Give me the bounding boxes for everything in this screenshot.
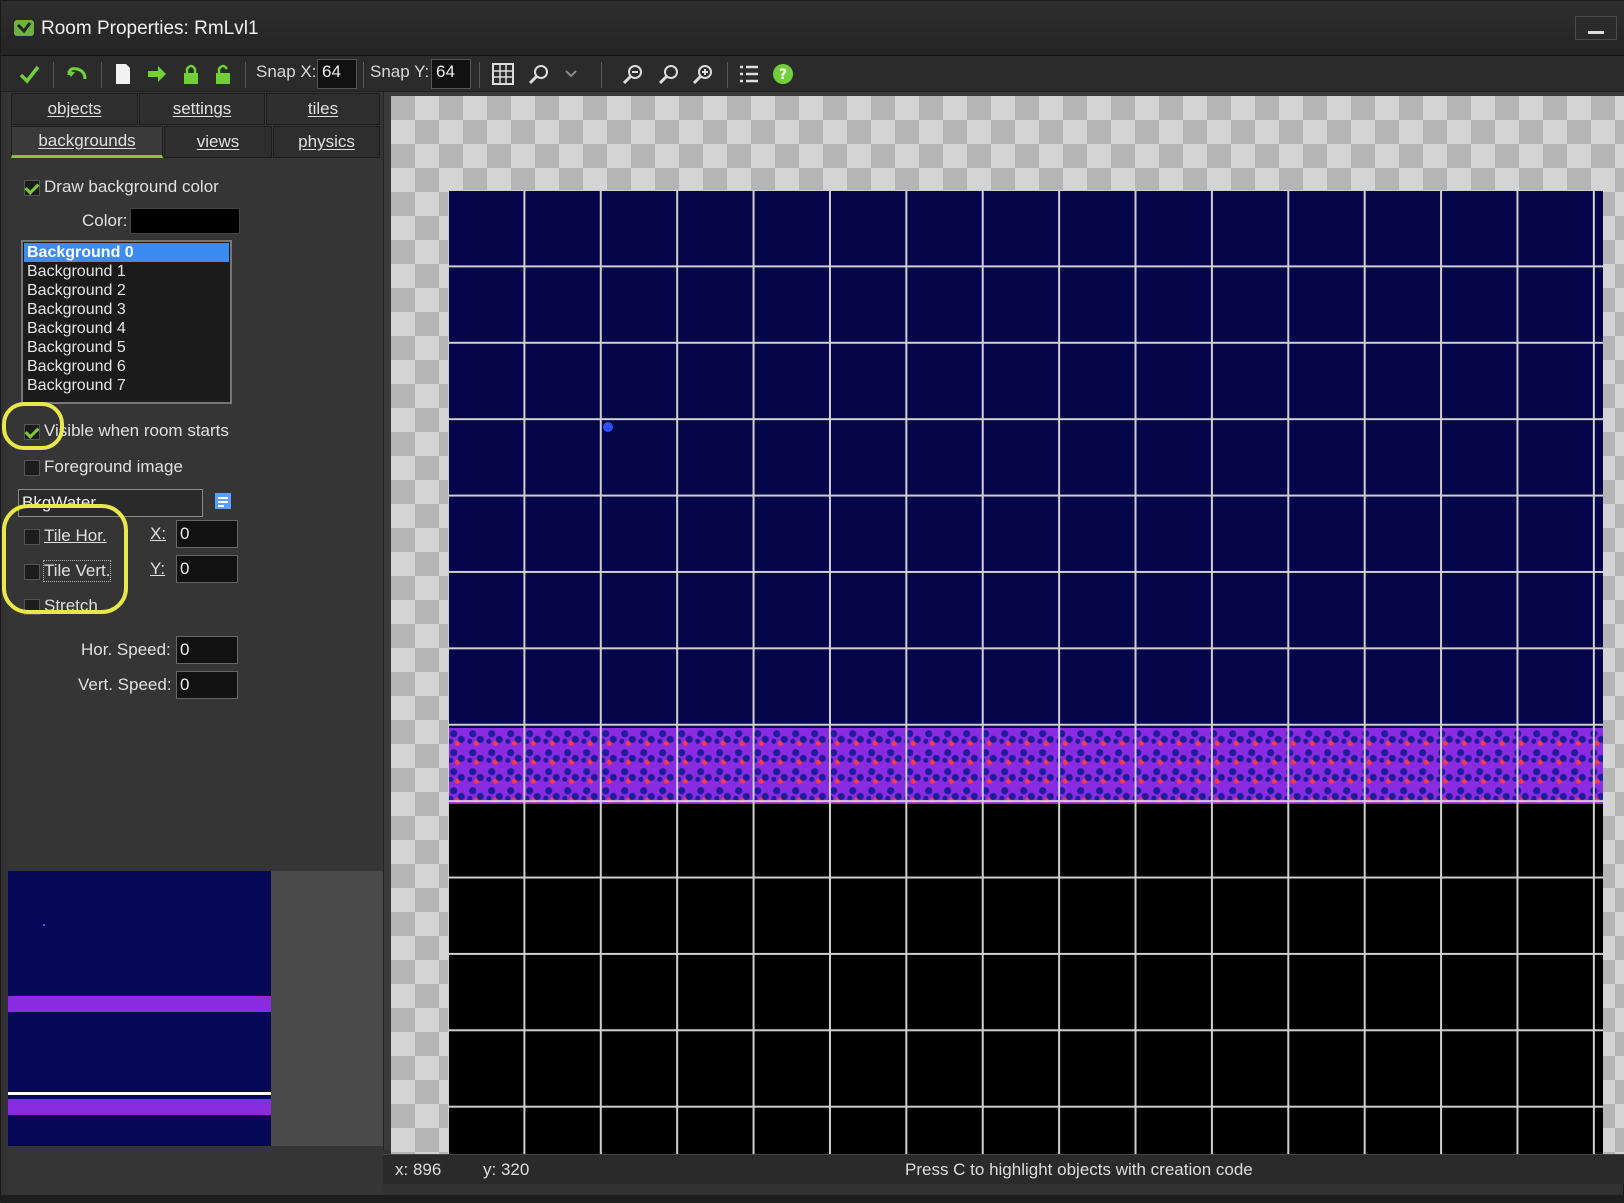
color-label: Color: — [82, 211, 128, 230]
lock-icon — [184, 64, 198, 84]
chevron-down-icon — [565, 70, 577, 78]
ok-button[interactable] — [15, 60, 43, 88]
background-list-item[interactable]: Background 7 — [24, 376, 229, 395]
undo-button[interactable] — [63, 60, 91, 88]
status-x: x: 896 — [395, 1160, 442, 1179]
toggle-grid-button[interactable] — [489, 60, 517, 88]
draw-bg-color-label: Draw background color — [44, 177, 219, 196]
background-list-item[interactable]: Background 3 — [24, 300, 229, 319]
tab-tiles[interactable]: tiles — [266, 93, 380, 125]
minimize-icon — [1588, 31, 1604, 34]
annotation-rounded-rect — [2, 504, 128, 614]
room-object-instance[interactable] — [603, 422, 613, 432]
menu-icon — [215, 493, 231, 509]
background-list-item[interactable]: Background 4 — [24, 319, 229, 338]
background-list-item[interactable]: Background 0 — [24, 243, 229, 262]
background-list-item[interactable]: Background 2 — [24, 281, 229, 300]
minimize-button[interactable] — [1575, 16, 1617, 40]
zoom-out-button[interactable] — [619, 60, 647, 88]
zoom-reset-icon — [658, 65, 678, 85]
gamemaker-icon — [14, 20, 34, 36]
annotation-circle — [2, 402, 64, 450]
zoom-in-icon — [692, 65, 712, 85]
status-bar: x: 896 y: 320 Press C to highlight objec… — [383, 1154, 1624, 1184]
tab-views[interactable]: views — [164, 126, 272, 158]
select-background-button[interactable] — [213, 491, 235, 513]
snap-y-input[interactable]: 64 — [431, 59, 471, 89]
clear-button[interactable] — [109, 60, 137, 88]
y-offset-input[interactable]: 0 — [176, 555, 238, 583]
foreground-label: Foreground image — [44, 457, 183, 476]
tab-physics[interactable]: physics — [273, 126, 380, 158]
snap-y-label: Snap Y: — [370, 62, 430, 81]
hor-speed-input[interactable]: 0 — [176, 636, 238, 664]
lock-button[interactable] — [177, 60, 205, 88]
y-label: Y: — [150, 559, 166, 578]
foreground-checkbox[interactable] — [24, 460, 40, 476]
zoom-in-button[interactable] — [689, 60, 717, 88]
snap-x-input[interactable]: 64 — [317, 59, 357, 89]
help-button[interactable]: ? — [769, 60, 797, 88]
preview-empty-area — [271, 871, 383, 1146]
color-swatch[interactable] — [130, 208, 240, 234]
background-list[interactable]: Background 0 Background 1 Background 2 Back… — [21, 240, 232, 404]
zoom-reset-button[interactable] — [655, 60, 683, 88]
background-list-item[interactable]: Background 5 — [24, 338, 229, 357]
background-preview — [8, 871, 271, 1146]
x-label: X: — [150, 524, 167, 543]
x-offset-input[interactable]: 0 — [176, 520, 238, 548]
view-dropdown-button[interactable] — [557, 60, 585, 88]
unlock-button[interactable] — [209, 60, 237, 88]
vert-speed-input[interactable]: 0 — [176, 671, 238, 699]
new-document-icon — [116, 64, 130, 84]
tab-settings[interactable]: settings — [139, 93, 265, 125]
visible-label: Visible when room starts — [44, 421, 229, 440]
help-icon: ? — [773, 64, 793, 84]
status-hint: Press C to highlight objects with creati… — [905, 1160, 1253, 1179]
vert-speed-label: Vert. Speed: — [78, 675, 172, 694]
list-icon — [740, 65, 758, 83]
unlock-icon — [216, 64, 230, 84]
view-options-button[interactable] — [525, 60, 553, 88]
properties-panel: objects settings tiles backgrounds views… — [2, 92, 383, 1195]
room-properties-window: Room Properties: RmLvl1 Snap X: 64 Snap — [0, 0, 1624, 1203]
checkmark-icon — [19, 65, 40, 84]
show-list-button[interactable] — [735, 60, 763, 88]
background-list-item[interactable]: Background 1 — [24, 262, 229, 281]
tab-backgrounds[interactable]: backgrounds — [11, 126, 163, 158]
hor-speed-label: Hor. Speed: — [81, 640, 171, 659]
arrow-right-icon — [148, 66, 166, 82]
window-title: Room Properties: RmLvl1 — [41, 18, 259, 39]
room-grid — [448, 190, 1603, 1154]
grid-icon — [492, 63, 514, 85]
status-y: y: 320 — [483, 1160, 530, 1179]
draw-bg-color-checkbox[interactable] — [24, 180, 40, 196]
shift-button[interactable] — [143, 60, 171, 88]
toolbar: Snap X: 64 Snap Y: 64 ? — [1, 56, 1624, 92]
room-area[interactable] — [448, 190, 1603, 1154]
svg-text:?: ? — [779, 67, 787, 83]
tab-objects[interactable]: objects — [11, 93, 138, 125]
magnifier-icon — [528, 65, 548, 85]
title-bar: Room Properties: RmLvl1 — [1, 1, 1624, 56]
undo-icon — [67, 67, 87, 80]
background-list-item[interactable]: Background 6 — [24, 357, 229, 376]
zoom-out-icon — [622, 65, 642, 85]
snap-x-label: Snap X: — [256, 62, 317, 81]
